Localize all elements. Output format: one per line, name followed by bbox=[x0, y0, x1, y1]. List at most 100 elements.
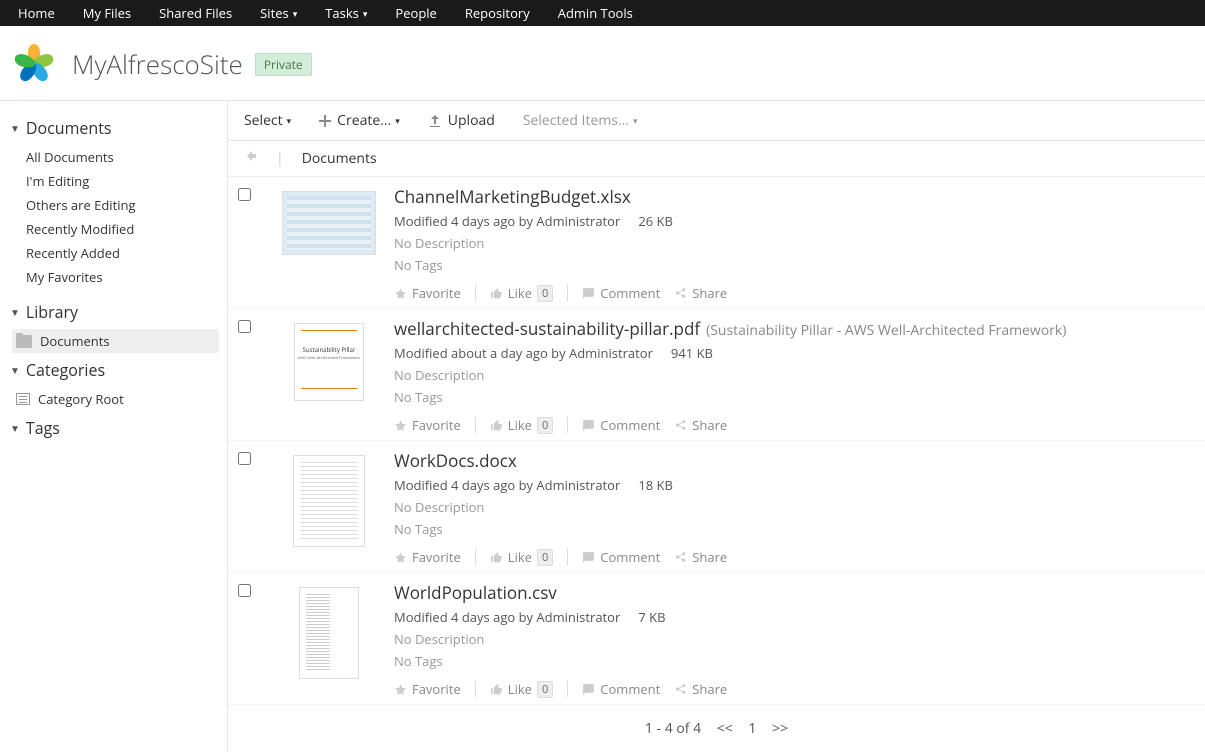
document-name[interactable]: WorldPopulation.csv bbox=[394, 581, 557, 604]
star-icon bbox=[394, 419, 407, 432]
comment-action[interactable]: Comment bbox=[582, 416, 660, 434]
nav-people[interactable]: People bbox=[381, 0, 450, 26]
toolbar: Select ▾ Create... ▾ Upload Selected Ite… bbox=[228, 101, 1205, 141]
share-action[interactable]: Share bbox=[674, 416, 727, 434]
divider bbox=[475, 285, 476, 301]
sidebar-link-recently-added[interactable]: Recently Added bbox=[26, 241, 219, 265]
sidebar-link-others-are-editing[interactable]: Others are Editing bbox=[26, 193, 219, 217]
divider bbox=[567, 549, 568, 565]
like-action[interactable]: Like0 bbox=[490, 680, 554, 698]
pager-next[interactable]: >> bbox=[772, 719, 788, 738]
pager-prev[interactable]: << bbox=[717, 719, 733, 738]
main-content: Select ▾ Create... ▾ Upload Selected Ite… bbox=[228, 101, 1205, 752]
toolbar-label: Create... bbox=[337, 111, 391, 130]
collapse-icon: ▼ bbox=[10, 421, 20, 435]
sidebar-section-library[interactable]: ▼ Library bbox=[10, 301, 219, 323]
breadcrumb-separator: | bbox=[276, 149, 284, 168]
site-title[interactable]: MyAlfrescoSite bbox=[72, 46, 243, 82]
toolbar-label: Select bbox=[244, 111, 283, 130]
row-checkbox[interactable] bbox=[238, 452, 251, 465]
document-meta: Modified 4 days ago by Administrator18 K… bbox=[394, 476, 1195, 494]
star-icon bbox=[394, 287, 407, 300]
no-description: No Description bbox=[394, 234, 1195, 252]
selected-items-menu[interactable]: Selected Items... ▾ bbox=[523, 111, 638, 130]
comment-action[interactable]: Comment bbox=[582, 548, 660, 566]
sidebar-section-categories[interactable]: ▼ Categories bbox=[10, 359, 219, 381]
share-action[interactable]: Share bbox=[674, 284, 727, 302]
plus-icon bbox=[319, 115, 331, 127]
sidebar-link-my-favorites[interactable]: My Favorites bbox=[26, 265, 219, 289]
like-count: 0 bbox=[537, 285, 553, 302]
row-checkbox[interactable] bbox=[238, 188, 251, 201]
thumbs-up-icon bbox=[490, 287, 503, 300]
document-name[interactable]: ChannelMarketingBudget.xlsx bbox=[394, 185, 631, 208]
row-checkbox[interactable] bbox=[238, 584, 251, 597]
document-thumbnail[interactable] bbox=[264, 581, 394, 698]
sidebar-link-all-documents[interactable]: All Documents bbox=[26, 145, 219, 169]
pagination: 1 - 4 of 4 << 1 >> bbox=[228, 705, 1205, 752]
nav-tasks[interactable]: Tasks▾ bbox=[311, 0, 381, 26]
share-icon bbox=[674, 287, 687, 300]
thumbs-up-icon bbox=[490, 551, 503, 564]
document-thumbnail[interactable] bbox=[264, 449, 394, 566]
comment-icon bbox=[582, 683, 595, 696]
document-name[interactable]: wellarchitected-sustainability-pillar.pd… bbox=[394, 317, 700, 340]
pager-summary: 1 - 4 of 4 bbox=[645, 719, 701, 738]
pager-page[interactable]: 1 bbox=[748, 719, 756, 738]
breadcrumb-current[interactable]: Documents bbox=[302, 149, 377, 168]
collapse-icon: ▼ bbox=[10, 121, 20, 135]
breadcrumb-up-icon[interactable] bbox=[244, 149, 258, 168]
document-actions: Favorite Like0 Comment Share bbox=[394, 284, 1195, 302]
like-action[interactable]: Like0 bbox=[490, 284, 554, 302]
comment-icon bbox=[582, 287, 595, 300]
favorite-action[interactable]: Favorite bbox=[394, 680, 461, 698]
sidebar-link-recently-modified[interactable]: Recently Modified bbox=[26, 217, 219, 241]
share-action[interactable]: Share bbox=[674, 548, 727, 566]
no-tags: No Tags bbox=[394, 256, 1195, 274]
document-meta: Modified 4 days ago by Administrator7 KB bbox=[394, 608, 1195, 626]
star-icon bbox=[394, 551, 407, 564]
select-menu[interactable]: Select ▾ bbox=[244, 111, 291, 130]
comment-action[interactable]: Comment bbox=[582, 284, 660, 302]
create-menu[interactable]: Create... ▾ bbox=[319, 111, 400, 130]
favorite-action[interactable]: Favorite bbox=[394, 548, 461, 566]
share-action[interactable]: Share bbox=[674, 680, 727, 698]
document-size: 7 KB bbox=[638, 608, 665, 626]
document-meta: Modified 4 days ago by Administrator26 K… bbox=[394, 212, 1195, 230]
library-node-documents[interactable]: Documents bbox=[12, 329, 219, 353]
upload-button[interactable]: Upload bbox=[428, 111, 495, 130]
row-checkbox[interactable] bbox=[238, 320, 251, 333]
document-row: ChannelMarketingBudget.xlsx Modified 4 da… bbox=[228, 177, 1205, 309]
comment-action[interactable]: Comment bbox=[582, 680, 660, 698]
document-thumbnail[interactable] bbox=[264, 185, 394, 302]
document-size: 26 KB bbox=[638, 212, 673, 230]
upload-icon bbox=[428, 114, 442, 128]
like-action[interactable]: Like0 bbox=[490, 416, 554, 434]
sidebar-section-documents[interactable]: ▼ Documents bbox=[10, 117, 219, 139]
category-root-node[interactable]: Category Root bbox=[12, 387, 219, 411]
site-header: MyAlfrescoSite Private bbox=[0, 26, 1205, 101]
sidebar-link-i-m-editing[interactable]: I'm Editing bbox=[26, 169, 219, 193]
folder-icon bbox=[16, 335, 32, 348]
nav-sites[interactable]: Sites▾ bbox=[246, 0, 311, 26]
nav-shared-files[interactable]: Shared Files bbox=[145, 0, 246, 26]
sidebar-section-tags[interactable]: ▼ Tags bbox=[10, 417, 219, 439]
document-thumbnail[interactable]: Sustainability PillarAWS Well-Architecte… bbox=[264, 317, 394, 434]
nav-repository[interactable]: Repository bbox=[451, 0, 544, 26]
document-name[interactable]: WorkDocs.docx bbox=[394, 449, 517, 472]
document-actions: Favorite Like0 Comment Share bbox=[394, 680, 1195, 698]
like-action[interactable]: Like0 bbox=[490, 548, 554, 566]
nav-my-files[interactable]: My Files bbox=[69, 0, 145, 26]
sidebar: ▼ Documents All DocumentsI'm EditingOthe… bbox=[0, 101, 228, 752]
tree-node-label: Documents bbox=[40, 332, 110, 350]
no-tags: No Tags bbox=[394, 388, 1195, 406]
document-actions: Favorite Like0 Comment Share bbox=[394, 416, 1195, 434]
nav-home[interactable]: Home bbox=[4, 0, 69, 26]
document-row: WorldPopulation.csv Modified 4 days ago b… bbox=[228, 573, 1205, 705]
nav-admin-tools[interactable]: Admin Tools bbox=[544, 0, 647, 26]
no-tags: No Tags bbox=[394, 652, 1195, 670]
favorite-action[interactable]: Favorite bbox=[394, 284, 461, 302]
favorite-action[interactable]: Favorite bbox=[394, 416, 461, 434]
caret-down-icon: ▾ bbox=[363, 7, 368, 20]
divider bbox=[567, 417, 568, 433]
